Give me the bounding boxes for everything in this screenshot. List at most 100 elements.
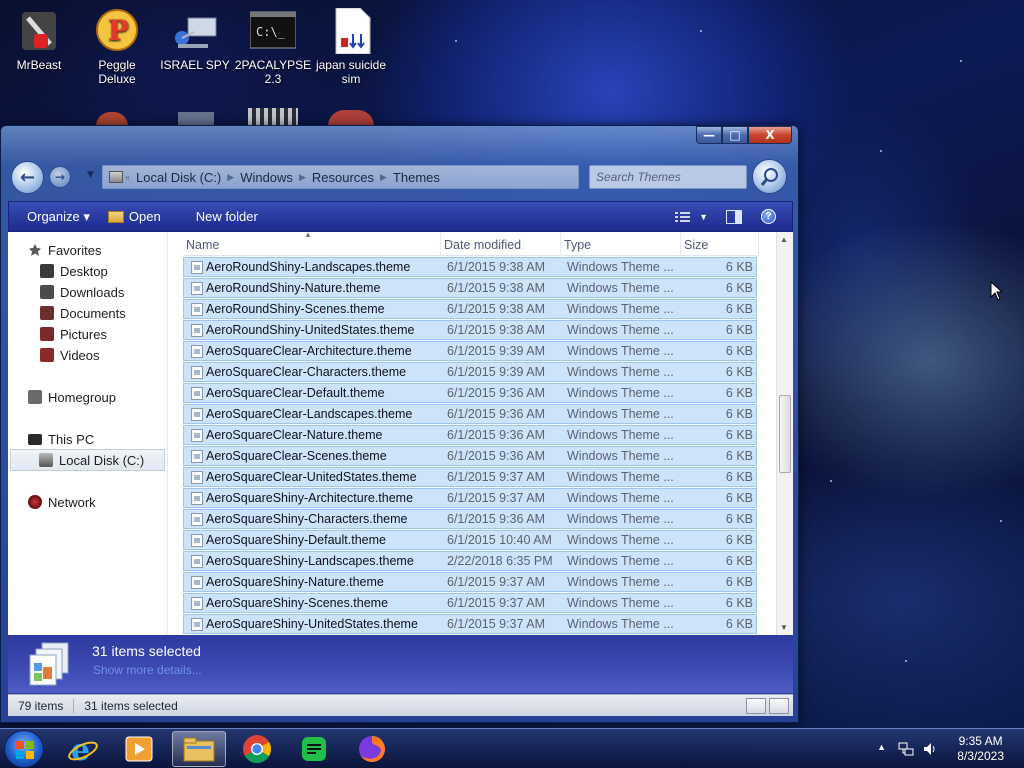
taskbar-media-player[interactable] <box>112 731 166 767</box>
nav-pictures[interactable]: Pictures <box>40 324 107 344</box>
theme-file-icon <box>191 429 203 442</box>
file-date: 6/1/2015 9:37 AM <box>447 575 545 589</box>
address-bar[interactable]: « Local Disk (C:) ▶ Windows ▶ Resources … <box>102 165 579 189</box>
file-row[interactable]: AeroSquareClear-Scenes.theme 6/1/2015 9:3… <box>183 446 757 466</box>
view-switcher <box>746 697 789 714</box>
desktop-icon-japan-suicide-sim[interactable]: japan suicide sim <box>312 7 390 86</box>
file-row[interactable]: AeroSquareClear-Characters.theme 6/1/2015… <box>183 362 757 382</box>
scroll-up-icon[interactable]: ▲ <box>780 235 788 244</box>
breadcrumb-resources[interactable]: Resources <box>306 170 380 185</box>
theme-file-icon <box>191 597 203 610</box>
file-row[interactable]: AeroSquareClear-Nature.theme 6/1/2015 9:3… <box>183 425 757 445</box>
show-hidden-icons-icon[interactable]: ▲ <box>877 742 886 752</box>
file-row[interactable]: AeroRoundShiny-Landscapes.theme 6/1/2015 … <box>183 257 757 277</box>
scrollbar-thumb[interactable] <box>779 395 791 473</box>
file-row[interactable]: AeroSquareClear-Architecture.theme 6/1/20… <box>183 341 757 361</box>
maximize-button[interactable]: □ <box>722 126 748 144</box>
file-row[interactable]: AeroSquareShiny-Scenes.theme 6/1/2015 9:3… <box>183 593 757 613</box>
file-size: 6 KB <box>725 575 753 589</box>
open-button[interactable]: Open <box>99 202 170 231</box>
close-button[interactable]: X <box>748 126 792 144</box>
search-input[interactable]: Search Themes <box>589 165 747 189</box>
network-status-icon[interactable] <box>898 741 914 757</box>
network-computer-icon <box>172 8 218 54</box>
minimize-button[interactable]: — <box>696 126 722 144</box>
taskbar-firefox[interactable] <box>345 731 399 767</box>
recent-pages-dropdown[interactable]: ▼ <box>87 170 94 180</box>
volume-icon[interactable] <box>922 741 938 757</box>
change-view-button[interactable]: ▼ <box>666 202 717 231</box>
file-date: 6/1/2015 9:36 AM <box>447 512 545 526</box>
column-size[interactable]: Size <box>681 232 759 256</box>
hidden-desktop-icon <box>248 108 298 126</box>
new-folder-button[interactable]: New folder <box>170 202 267 231</box>
file-row[interactable]: AeroSquareClear-Default.theme 6/1/2015 9:… <box>183 383 757 403</box>
nav-local-disk[interactable]: Local Disk (C:) <box>10 449 165 471</box>
file-size: 6 KB <box>725 512 753 526</box>
nav-videos[interactable]: Videos <box>40 345 100 365</box>
taskbar-internet-explorer[interactable]: e <box>56 731 110 767</box>
multiple-files-icon <box>29 642 69 686</box>
desktop-icon-mrbeast[interactable]: MrBeast <box>0 8 78 72</box>
taskbar-file-explorer[interactable] <box>172 731 226 767</box>
theme-file-icon <box>191 366 203 379</box>
file-row[interactable]: AeroSquareShiny-Default.theme 6/1/2015 10… <box>183 530 757 550</box>
file-type: Windows Theme ... <box>567 365 674 379</box>
taskbar-chrome[interactable] <box>230 731 284 767</box>
breadcrumb-local-disk[interactable]: Local Disk (C:) <box>130 170 227 185</box>
forward-button[interactable]: → <box>49 166 71 188</box>
scroll-down-icon[interactable]: ▼ <box>780 623 788 632</box>
taskbar-sheets-app[interactable] <box>287 731 341 767</box>
nav-label: Videos <box>60 347 100 363</box>
file-date: 6/1/2015 10:40 AM <box>447 533 552 547</box>
clock[interactable]: 9:35 AM 8/3/2023 <box>957 734 1004 764</box>
breadcrumb-separator-icon[interactable]: ▶ <box>227 172 234 183</box>
nav-network[interactable]: Network <box>28 492 96 512</box>
file-type: Windows Theme ... <box>567 407 674 421</box>
nav-desktop[interactable]: Desktop <box>40 261 108 281</box>
column-date-modified[interactable]: Date modified <box>441 232 561 256</box>
details-view-button[interactable] <box>746 697 766 714</box>
back-button[interactable]: ← <box>11 161 44 194</box>
window-caption-buttons: — □ X <box>696 126 792 144</box>
nav-homegroup[interactable]: Homegroup <box>28 387 116 407</box>
start-button[interactable] <box>4 730 44 768</box>
file-row[interactable]: AeroSquareClear-UnitedStates.theme 6/1/20… <box>183 467 757 487</box>
file-row[interactable]: AeroRoundShiny-Nature.theme 6/1/2015 9:38… <box>183 278 757 298</box>
desktop-icon-peggle[interactable]: P Peggle Deluxe <box>78 8 156 86</box>
organize-button[interactable]: Organize ▾ <box>9 202 99 231</box>
file-date: 6/1/2015 9:38 AM <box>447 260 545 274</box>
file-type: Windows Theme ... <box>567 323 674 337</box>
nav-favorites[interactable]: Favorites <box>28 240 101 260</box>
show-more-details-link[interactable]: Show more details... <box>93 663 202 677</box>
file-row[interactable]: AeroSquareShiny-UnitedStates.theme 6/1/20… <box>183 614 757 634</box>
column-type[interactable]: Type <box>561 232 681 256</box>
file-row[interactable]: AeroRoundShiny-UnitedStates.theme 6/1/201… <box>183 320 757 340</box>
desktop-icon-israel-spy[interactable]: ISRAEL SPY <box>156 8 234 72</box>
breadcrumb-windows[interactable]: Windows <box>234 170 299 185</box>
desktop-icon-2pacalypse[interactable]: C:\_ 2PACALYPSE 2.3 <box>234 8 312 86</box>
help-button[interactable]: ? <box>761 209 776 224</box>
file-row[interactable]: AeroSquareClear-Landscapes.theme 6/1/2015… <box>183 404 757 424</box>
column-name[interactable]: Name <box>183 232 441 256</box>
file-row[interactable]: AeroSquareShiny-Characters.theme 6/1/2015… <box>183 509 757 529</box>
theme-file-icon <box>191 513 203 526</box>
breadcrumb-separator-icon[interactable]: ▶ <box>380 172 387 183</box>
breadcrumb-separator-icon[interactable]: ▶ <box>299 172 306 183</box>
vertical-scrollbar[interactable]: ▲ ▼ <box>776 232 793 635</box>
preview-pane-button[interactable] <box>717 202 751 231</box>
theme-file-icon <box>191 576 203 589</box>
file-row[interactable]: AeroSquareShiny-Landscapes.theme 2/22/201… <box>183 551 757 571</box>
nav-downloads[interactable]: Downloads <box>40 282 124 302</box>
nav-this-pc[interactable]: This PC <box>28 429 94 449</box>
file-row[interactable]: AeroRoundShiny-Scenes.theme 6/1/2015 9:38… <box>183 299 757 319</box>
file-name: AeroSquareShiny-UnitedStates.theme <box>206 617 418 631</box>
large-icons-view-button[interactable] <box>769 697 789 714</box>
windows-logo-icon <box>16 741 34 759</box>
desktop-icon-label: Peggle Deluxe <box>98 58 136 86</box>
breadcrumb-themes[interactable]: Themes <box>387 170 446 185</box>
nav-documents[interactable]: Documents <box>40 303 126 323</box>
search-button[interactable] <box>752 159 787 194</box>
file-row[interactable]: AeroSquareShiny-Nature.theme 6/1/2015 9:3… <box>183 572 757 592</box>
file-row[interactable]: AeroSquareShiny-Architecture.theme 6/1/20… <box>183 488 757 508</box>
